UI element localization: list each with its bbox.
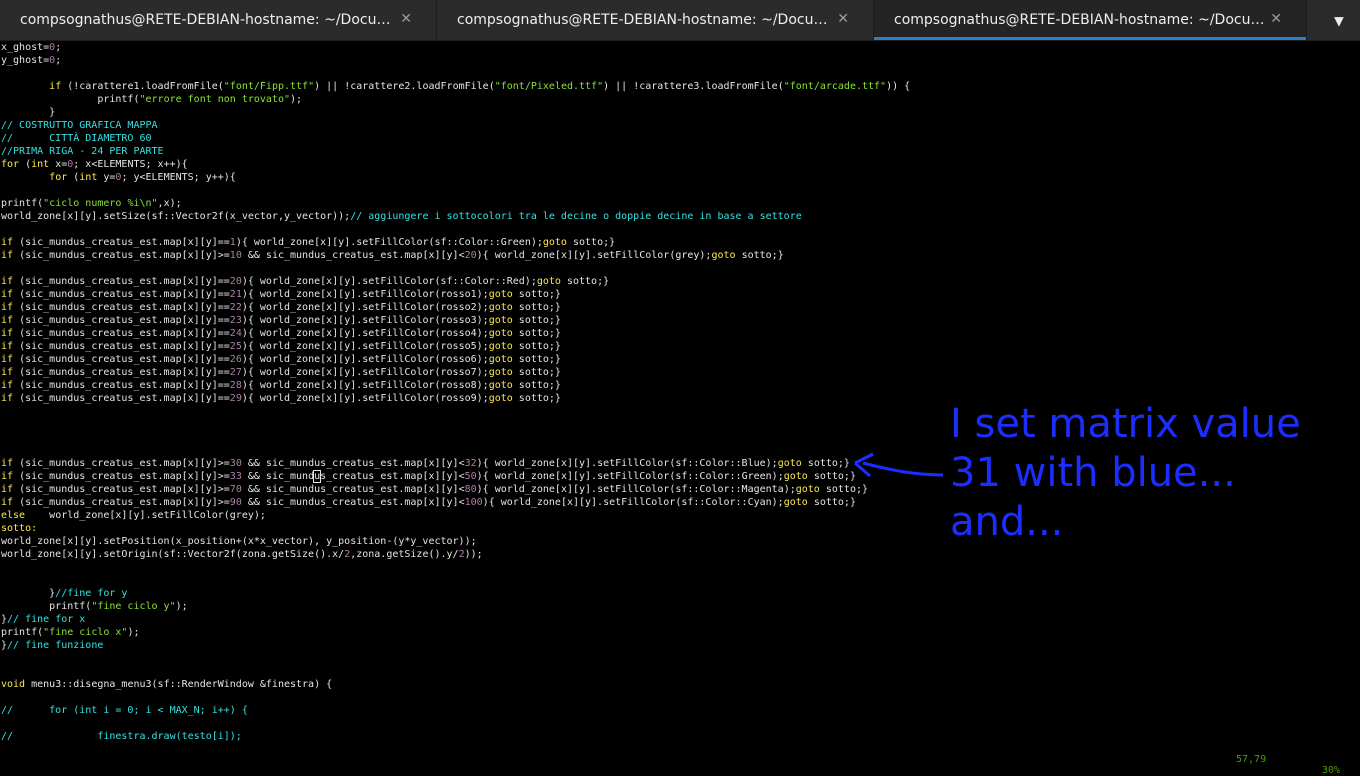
code-line: printf("fine ciclo y"); [1, 601, 188, 612]
text-cursor: u [313, 470, 322, 483]
annotation-line-1: I set matrix value [950, 401, 1301, 447]
code-line: printf("ciclo numero %i\n",x); [1, 198, 182, 209]
code-line: if (sic_mundus_creatus_est.map[x][y]>=10… [1, 250, 784, 261]
code-line: }//fine for y [1, 588, 128, 599]
code-line: if (sic_mundus_creatus_est.map[x][y]==20… [1, 276, 610, 287]
code-line: void menu3::disegna_menu3(sf::RenderWind… [1, 679, 333, 690]
tab-label: compsognathus@RETE-DEBIAN-hostname: ~/Do… [894, 12, 1270, 28]
code-line: if (sic_mundus_creatus_est.map[x][y]==21… [1, 289, 561, 300]
code-line: if (sic_mundus_creatus_est.map[x][y]==22… [1, 302, 561, 313]
handwritten-annotation: I set matrix value 31 with blue... and..… [950, 400, 1330, 547]
code-line: for (int x=0; x<ELEMENTS; x++){ [1, 159, 188, 170]
terminal-tab-2[interactable]: compsognathus@RETE-DEBIAN-hostname: ~/Do… [437, 0, 874, 40]
code-line: // for (int i = 0; i < MAX_N; i++) { [1, 705, 248, 716]
code-line: //PRIMA RIGA - 24 PER PARTE [1, 146, 164, 157]
code-line: if (!carattere1.loadFromFile("font/Fipp.… [49, 81, 911, 92]
close-icon[interactable]: ✕ [400, 11, 412, 27]
vim-editor-buffer[interactable]: x_ghost=0; y_ghost=0; if (!carattere1.loa… [1, 41, 1341, 751]
code-line: x_ghost=0; [1, 42, 62, 53]
code-line: // COSTRUTTO GRAFICA MAPPA [1, 120, 158, 131]
code-line: world_zone[x][y].setSize(sf::Vector2f(x_… [1, 211, 802, 222]
code-line: }// fine funzione [1, 640, 104, 651]
terminal-tab-1[interactable]: compsognathus@RETE-DEBIAN-hostname: ~/Do… [0, 0, 437, 40]
annotation-arrow-icon [854, 452, 944, 478]
tab-menu-chevron-down-icon[interactable]: ▼ [1318, 0, 1360, 40]
code-line: if (sic_mundus_creatus_est.map[x][y]==24… [1, 328, 561, 339]
code-line: if (sic_mundus_creatus_est.map[x][y]==26… [1, 354, 561, 365]
code-line: if (sic_mundus_creatus_est.map[x][y]==1)… [1, 237, 616, 248]
code-line: if (sic_mundus_creatus_est.map[x][y]==28… [1, 380, 561, 391]
terminal-tab-bar: compsognathus@RETE-DEBIAN-hostname: ~/Do… [0, 0, 1360, 41]
vim-status-line: 57,79 30% [1236, 743, 1346, 776]
code-line: if (sic_mundus_creatus_est.map[x][y]==25… [1, 341, 561, 352]
code-line: printf("fine ciclo x"); [1, 627, 140, 638]
code-line: // CITTÀ DIAMETRO 60 [1, 133, 152, 144]
code-line: }// fine for x [1, 614, 86, 625]
close-icon[interactable]: ✕ [1270, 11, 1282, 27]
code-line: // finestra.draw(testo[i]); [1, 731, 242, 742]
code-line: printf("errore font non trovato"); [1, 94, 303, 105]
tab-label: compsognathus@RETE-DEBIAN-hostname: ~/Do… [457, 12, 833, 28]
code-line: if (sic_mundus_creatus_est.map[x][y]==27… [1, 367, 561, 378]
code-line: world_zone[x][y].setOrigin(sf::Vector2f(… [1, 549, 483, 560]
tab-label: compsognathus@RETE-DEBIAN-hostname: ~/Do… [20, 12, 396, 28]
terminal-tab-3-active[interactable]: compsognathus@RETE-DEBIAN-hostname: ~/Do… [874, 0, 1307, 40]
code-line: } [1, 107, 56, 118]
annotation-line-3: and... [950, 499, 1064, 545]
code-line: for (int y=0; y<ELEMENTS; y++){ [49, 172, 236, 183]
cursor-position: 57,79 [1236, 754, 1267, 765]
code-line: y_ghost=0; [1, 55, 62, 66]
close-icon[interactable]: ✕ [837, 11, 849, 27]
code-line: if (sic_mundus_creatus_est.map[x][y]==23… [1, 315, 561, 326]
annotation-line-2: 31 with blue... [950, 450, 1236, 496]
scroll-percentage: 30% [1322, 765, 1341, 776]
